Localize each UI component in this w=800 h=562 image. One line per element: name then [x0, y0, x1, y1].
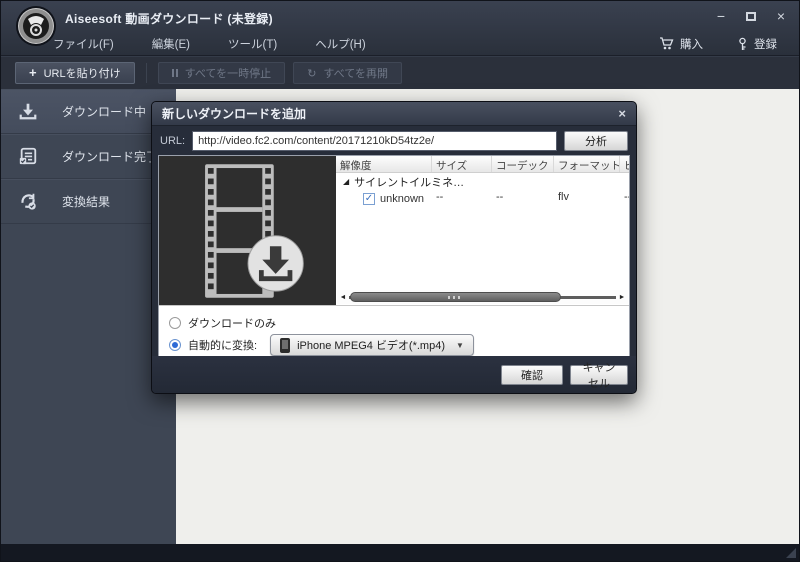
- sidebar-item-completed[interactable]: ダウンロード完了: [1, 134, 176, 179]
- key-icon: [737, 37, 748, 51]
- confirm-button[interactable]: 確認: [501, 365, 563, 385]
- chevron-down-icon: ▼: [456, 341, 464, 350]
- resume-all-button[interactable]: ↻ すべてを再開: [293, 62, 402, 84]
- col-bitrate[interactable]: ビ: [620, 156, 629, 172]
- filmstrip-download-icon: [186, 162, 310, 300]
- maximize-icon: [746, 12, 756, 21]
- close-button[interactable]: ×: [773, 9, 789, 23]
- format-size: --: [432, 190, 492, 207]
- format-row[interactable]: ✓ unknown -- -- flv --: [336, 190, 629, 207]
- dialog-titlebar: 新しいダウンロードを追加 ×: [152, 102, 636, 126]
- download-icon: [18, 101, 38, 121]
- video-thumbnail: [159, 156, 336, 305]
- sidebar: ダウンロード中 ダウンロード完了 変換結果: [1, 89, 176, 544]
- minimize-button[interactable]: −: [713, 9, 729, 23]
- format-bitrate: --: [620, 190, 629, 207]
- dialog-close-button[interactable]: ×: [618, 106, 626, 121]
- app-window: Aiseesoft 動画ダウンロード (未登録) − × ファイル(F) 編集(…: [0, 0, 800, 562]
- menu-file[interactable]: ファイル(F): [53, 36, 114, 52]
- paste-url-label: URLを貼り付け: [44, 65, 121, 81]
- plus-icon: +: [29, 67, 37, 79]
- url-row: URL: 分析: [160, 129, 628, 153]
- col-format[interactable]: フォーマット: [554, 156, 620, 172]
- add-download-dialog: 新しいダウンロードを追加 × URL: 分析: [151, 101, 637, 394]
- download-only-radio[interactable]: [169, 317, 181, 329]
- auto-convert-row: 自動的に変換: iPhone MPEG4 ビデオ(*.mp4) ▼: [169, 334, 629, 356]
- video-group-row[interactable]: ◢ サイレントイルミネ…: [336, 173, 629, 190]
- tree-expander-icon[interactable]: ◢: [343, 178, 349, 186]
- format-name-cell: ✓ unknown: [336, 190, 432, 207]
- video-group-title: サイレントイルミネ…: [354, 174, 464, 190]
- sidebar-item-label: ダウンロード中: [62, 103, 146, 120]
- auto-convert-label[interactable]: 自動的に変換:: [188, 337, 257, 353]
- auto-convert-radio[interactable]: [169, 339, 181, 351]
- resume-all-label: すべてを再開: [323, 65, 388, 81]
- menu-edit[interactable]: 編集(E): [152, 36, 190, 52]
- menu-help[interactable]: ヘルプ(H): [315, 36, 365, 52]
- menu-items: ファイル(F) 編集(E) ツール(T) ヘルプ(H): [53, 36, 366, 52]
- url-label: URL:: [160, 135, 185, 147]
- menu-right: 購入 登録: [659, 36, 777, 52]
- scroll-right-arrow[interactable]: ►: [616, 294, 628, 301]
- sidebar-item-downloading[interactable]: ダウンロード中: [1, 89, 176, 134]
- toolbar: + URLを貼り付け すべてを一時停止 ↻ すべてを再開: [1, 56, 799, 89]
- col-resolution[interactable]: 解像度: [336, 156, 432, 172]
- dialog-content-panel: 解像度 サイズ コーデック フォーマット ビ ◢ サイレントイルミネ… ✓ un…: [158, 155, 630, 358]
- format-format: flv: [554, 190, 620, 207]
- table-header: 解像度 サイズ コーデック フォーマット ビ: [336, 156, 629, 173]
- col-size[interactable]: サイズ: [432, 156, 492, 172]
- horizontal-scrollbar: ◄ ►: [337, 290, 628, 304]
- app-logo-icon: [15, 5, 57, 47]
- pause-icon: [172, 69, 178, 77]
- scrollbar-thumb[interactable]: [350, 292, 561, 302]
- download-complete-icon: [18, 146, 38, 166]
- pause-all-button[interactable]: すべてを一時停止: [158, 62, 286, 84]
- maximize-button[interactable]: [743, 9, 759, 23]
- menubar: ファイル(F) 編集(E) ツール(T) ヘルプ(H) 購入: [1, 31, 799, 56]
- sidebar-item-converted[interactable]: 変換結果: [1, 179, 176, 224]
- col-codec[interactable]: コーデック: [492, 156, 554, 172]
- pause-all-label: すべてを一時停止: [185, 65, 272, 81]
- convert-format-value: iPhone MPEG4 ビデオ(*.mp4): [297, 337, 445, 353]
- download-only-label[interactable]: ダウンロードのみ: [188, 315, 276, 331]
- scroll-left-arrow[interactable]: ◄: [337, 294, 349, 301]
- format-checkbox[interactable]: ✓: [363, 193, 375, 205]
- cart-icon: [659, 37, 674, 50]
- convert-icon: [18, 191, 38, 211]
- sidebar-item-label: 変換結果: [62, 193, 110, 210]
- analyze-button[interactable]: 分析: [564, 131, 628, 151]
- menu-tools[interactable]: ツール(T): [228, 36, 277, 52]
- register-label: 登録: [754, 36, 777, 52]
- download-options: ダウンロードのみ 自動的に変換: iPhone MPEG4 ビデオ(*.mp4)…: [159, 305, 629, 357]
- window-title: Aiseesoft 動画ダウンロード (未登録): [65, 10, 273, 27]
- dialog-footer: 確認 キャンセル: [152, 356, 636, 393]
- header: Aiseesoft 動画ダウンロード (未登録) − × ファイル(F) 編集(…: [1, 1, 799, 56]
- format-name: unknown: [380, 193, 424, 205]
- format-codec: --: [492, 190, 554, 207]
- purchase-label: 購入: [680, 36, 703, 52]
- register-link[interactable]: 登録: [737, 36, 777, 52]
- window-controls: − ×: [713, 9, 789, 23]
- toolbar-separator: [146, 63, 147, 83]
- titlebar: Aiseesoft 動画ダウンロード (未登録) − ×: [1, 1, 799, 31]
- statusbar: [1, 544, 799, 561]
- cancel-button[interactable]: キャンセル: [570, 365, 628, 385]
- dialog-title: 新しいダウンロードを追加: [162, 105, 618, 122]
- url-input[interactable]: [192, 131, 557, 151]
- resume-icon: ↻: [307, 67, 316, 80]
- sidebar-item-label: ダウンロード完了: [62, 148, 158, 165]
- format-table: 解像度 サイズ コーデック フォーマット ビ ◢ サイレントイルミネ… ✓ un…: [336, 156, 629, 305]
- download-only-row: ダウンロードのみ: [169, 312, 629, 334]
- phone-icon: [280, 338, 290, 353]
- paste-url-button[interactable]: + URLを貼り付け: [15, 62, 135, 84]
- scrollbar-track[interactable]: [349, 290, 616, 304]
- resize-grip[interactable]: [786, 548, 796, 558]
- convert-format-dropdown[interactable]: iPhone MPEG4 ビデオ(*.mp4) ▼: [270, 334, 474, 356]
- purchase-link[interactable]: 購入: [659, 36, 703, 52]
